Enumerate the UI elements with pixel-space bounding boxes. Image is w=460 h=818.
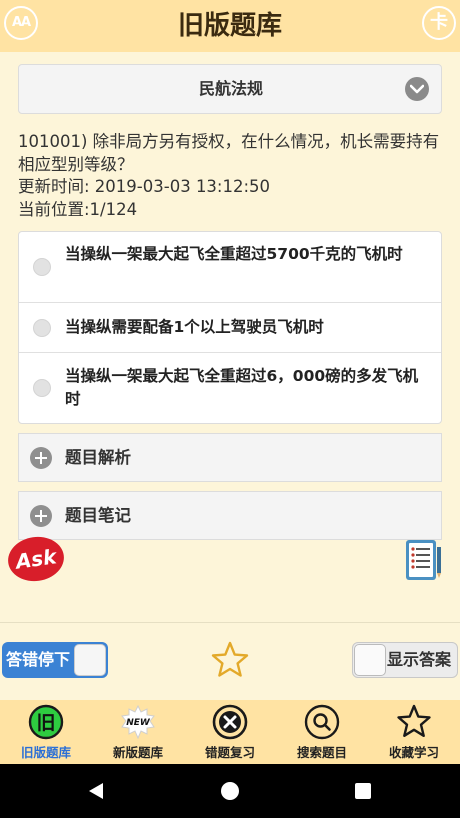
nav-search[interactable]: 搜索题目 bbox=[276, 700, 368, 764]
show-answer-toggle[interactable]: 显示答案 bbox=[352, 642, 458, 678]
nav-wrong-review[interactable]: 错题复习 bbox=[184, 700, 276, 764]
old-bank-icon: 旧 bbox=[28, 704, 64, 740]
updated-time: 更新时间: 2019-03-03 13:12:50 bbox=[18, 177, 271, 196]
nav-label: 新版题库 bbox=[112, 745, 163, 760]
nav-old-bank[interactable]: 旧 旧版题库 bbox=[0, 700, 92, 764]
star-icon bbox=[396, 704, 432, 740]
plus-icon bbox=[30, 447, 52, 469]
chevron-down-icon bbox=[405, 77, 429, 101]
analysis-label: 题目解析 bbox=[65, 448, 131, 467]
search-icon bbox=[304, 704, 340, 740]
option-text: 当操纵需要配备1个以上驾驶员飞机时 bbox=[65, 318, 324, 336]
nav-label: 搜索题目 bbox=[296, 745, 347, 760]
system-nav-bar bbox=[0, 764, 460, 818]
nav-new-bank[interactable]: NEW 新版题库 bbox=[92, 700, 184, 764]
plus-icon bbox=[30, 505, 52, 527]
nav-label: 旧版题库 bbox=[20, 745, 71, 760]
back-icon[interactable] bbox=[87, 782, 105, 804]
option-item[interactable]: 当操纵一架最大起飞全重超过5700千克的飞机时 bbox=[19, 232, 441, 303]
old-bank-glyph: 旧 bbox=[36, 712, 55, 734]
divider bbox=[0, 622, 460, 623]
page-title: 旧版题库 bbox=[177, 11, 282, 41]
category-label: 民航法规 bbox=[198, 79, 263, 98]
home-icon[interactable] bbox=[221, 782, 239, 800]
notes-section[interactable]: 题目笔记 bbox=[18, 491, 442, 540]
notepad-icon[interactable] bbox=[404, 537, 444, 583]
app-header: AA 旧版题库 卡 bbox=[0, 0, 460, 52]
ask-logo-icon[interactable]: Ask bbox=[5, 533, 67, 585]
nav-favorites[interactable]: 收藏学习 bbox=[368, 700, 460, 764]
option-text: 当操纵一架最大起飞全重超过5700千克的飞机时 bbox=[65, 245, 403, 263]
option-item[interactable]: 当操纵一架最大起飞全重超过6，000磅的多发飞机时 bbox=[19, 353, 441, 423]
x-circle-icon bbox=[212, 704, 248, 740]
answer-card-button[interactable]: 卡 bbox=[422, 6, 456, 40]
notes-label: 题目笔记 bbox=[65, 506, 131, 525]
bottom-nav: 旧 旧版题库 NEW 新版题库 错题复习 搜索题目 收藏学习 bbox=[0, 700, 460, 764]
question-position: 当前位置:1/124 bbox=[18, 200, 138, 219]
new-badge-icon: NEW bbox=[120, 704, 156, 740]
category-dropdown[interactable]: 民航法规 bbox=[18, 64, 442, 114]
recent-apps-icon[interactable] bbox=[355, 783, 371, 799]
new-badge-glyph: NEW bbox=[126, 718, 151, 728]
question-text: 101001) 除非局方另有授权，在什么情况，机长需要持有相应型别等级？ bbox=[18, 132, 440, 174]
show-answer-label: 显示答案 bbox=[387, 650, 452, 669]
toggle-knob bbox=[354, 644, 386, 676]
radio-button[interactable] bbox=[33, 319, 51, 337]
nav-label: 错题复习 bbox=[204, 745, 255, 760]
answer-options: 当操纵一架最大起飞全重超过5700千克的飞机时 当操纵需要配备1个以上驾驶员飞机… bbox=[18, 231, 442, 424]
radio-button[interactable] bbox=[33, 258, 51, 276]
analysis-section[interactable]: 题目解析 bbox=[18, 433, 442, 482]
radio-button[interactable] bbox=[33, 379, 51, 397]
nav-label: 收藏学习 bbox=[388, 745, 439, 760]
toggle-knob bbox=[74, 644, 106, 676]
option-text: 当操纵一架最大起飞全重超过6，000磅的多发飞机时 bbox=[65, 367, 419, 408]
favorite-star-icon[interactable] bbox=[210, 640, 250, 680]
option-item[interactable]: 当操纵需要配备1个以上驾驶员飞机时 bbox=[19, 303, 441, 353]
stop-on-wrong-label: 答错停下 bbox=[6, 650, 71, 669]
stop-on-wrong-toggle[interactable]: 答错停下 bbox=[2, 642, 108, 678]
